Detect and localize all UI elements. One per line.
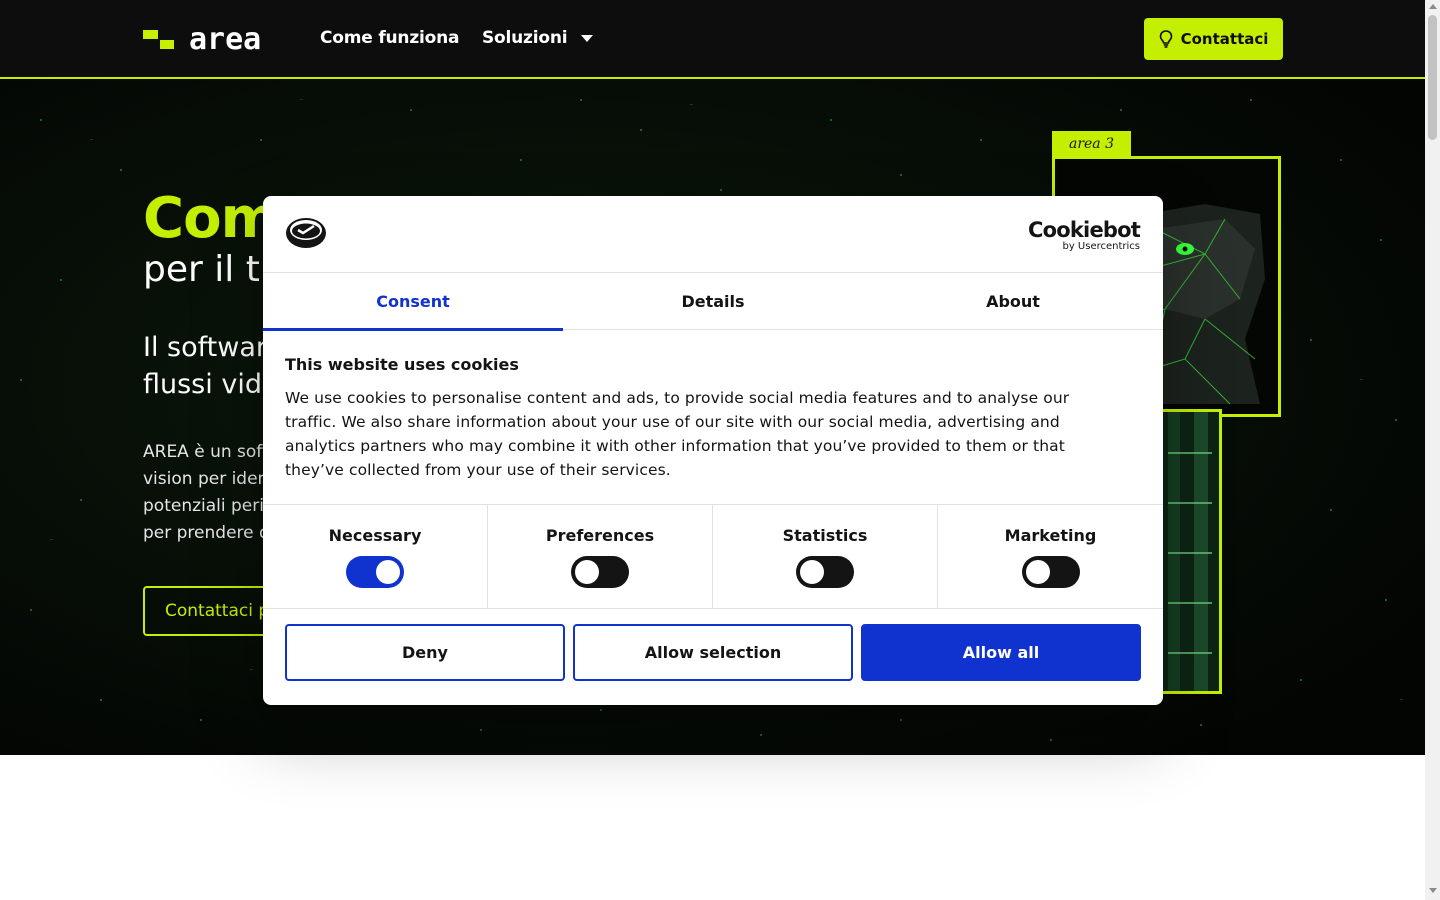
- category-necessary: Necessary: [263, 505, 488, 609]
- toggle-knob: [800, 560, 824, 584]
- dialog-heading: This website uses cookies: [285, 355, 519, 374]
- category-label: Statistics: [782, 526, 868, 545]
- deny-button[interactable]: Deny: [285, 624, 565, 681]
- site-header: area Come funziona Soluzioni Contattaci: [0, 0, 1425, 79]
- card-tag: area 3: [1052, 131, 1131, 157]
- hero-image-datacenter: [1160, 409, 1222, 694]
- chevron-down-icon: [581, 34, 594, 42]
- tab-details[interactable]: Details: [563, 273, 863, 330]
- dialog-description: We use cookies to personalise content an…: [285, 389, 1070, 479]
- toggle-knob: [575, 560, 599, 584]
- scroll-down-arrow-icon[interactable]: [1429, 888, 1437, 893]
- allow-selection-button[interactable]: Allow selection: [573, 624, 853, 681]
- marketing-toggle[interactable]: [1021, 556, 1080, 588]
- category-label: Preferences: [545, 526, 655, 545]
- tab-about[interactable]: About: [863, 273, 1163, 330]
- cookie-icon: [286, 218, 326, 248]
- page-scrollbar[interactable]: [1425, 0, 1440, 900]
- nav-soluzioni-label: Soluzioni: [482, 28, 568, 48]
- cookiebot-subtitle: by Usercentrics: [1062, 241, 1140, 252]
- hero-title: Com: [143, 186, 279, 251]
- toggle-knob: [1025, 560, 1050, 584]
- hero-subtitle: per il t: [143, 249, 260, 290]
- contact-button[interactable]: Contattaci: [1144, 18, 1283, 60]
- dialog-actions: Deny Allow selection Allow all: [285, 624, 1141, 681]
- statistics-toggle[interactable]: [796, 556, 854, 588]
- category-label: Necessary: [328, 526, 422, 545]
- toggle-knob: [376, 560, 400, 584]
- area-logo[interactable]: area: [143, 26, 275, 54]
- allow-all-button[interactable]: Allow all: [861, 624, 1141, 681]
- logo-wordmark: area: [189, 26, 261, 54]
- nav-soluzioni[interactable]: Soluzioni: [482, 28, 594, 48]
- cookie-consent-dialog: Cookiebot by Usercentrics Consent Detail…: [263, 196, 1163, 705]
- category-preferences: Preferences: [488, 505, 713, 609]
- category-label: Marketing: [1004, 526, 1097, 545]
- contact-button-label: Contattaci: [1180, 30, 1269, 48]
- category-marketing: Marketing: [938, 505, 1163, 609]
- nav-come-funziona[interactable]: Come funziona: [320, 28, 459, 48]
- category-statistics: Statistics: [713, 505, 938, 609]
- dialog-body: This website uses cookies We use cookies…: [285, 355, 1105, 482]
- scroll-up-arrow-icon[interactable]: [1429, 4, 1437, 9]
- dialog-tabs: Consent Details About: [263, 273, 1163, 331]
- preferences-toggle[interactable]: [571, 556, 629, 588]
- scrollbar-thumb[interactable]: [1428, 15, 1437, 140]
- cookie-category-switches: Necessary Preferences Statistics Marketi…: [263, 504, 1163, 609]
- tab-consent[interactable]: Consent: [263, 273, 563, 331]
- cookiebot-logo[interactable]: Cookiebot by Usercentrics: [1028, 218, 1141, 252]
- cookiebot-wordmark: Cookiebot: [1028, 218, 1141, 242]
- dialog-header: Cookiebot by Usercentrics: [263, 196, 1163, 273]
- necessary-toggle[interactable]: [346, 556, 404, 588]
- lightbulb-icon: [1159, 30, 1172, 48]
